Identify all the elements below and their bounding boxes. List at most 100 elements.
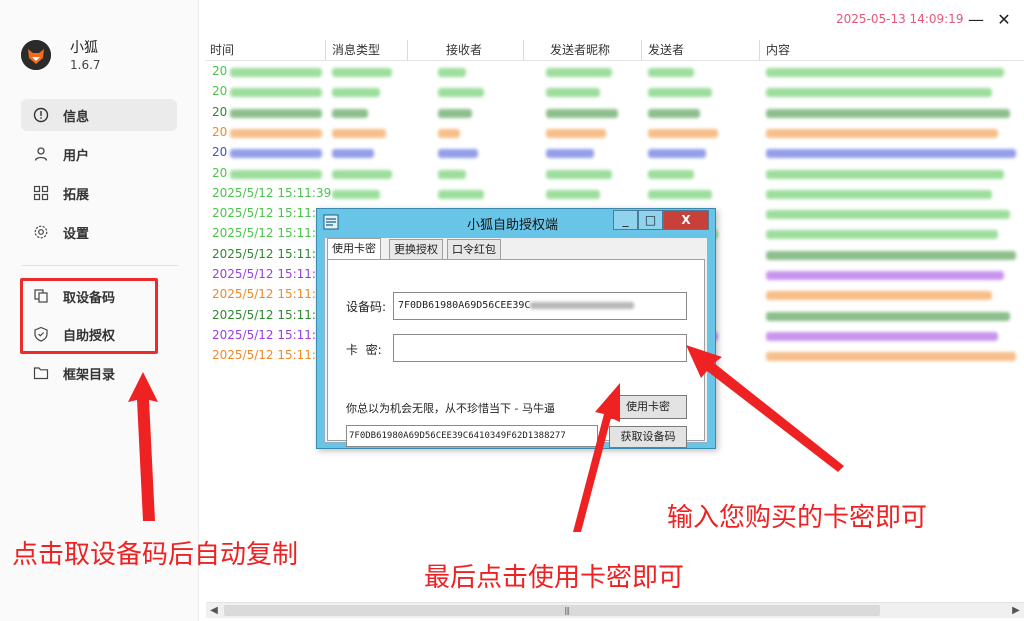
- sidebar-item-info[interactable]: 信息: [21, 99, 177, 131]
- table-row[interactable]: 20: [206, 164, 1024, 184]
- table-header: 时间 消息类型 接收者 发送者昵称 发送者 内容: [206, 40, 1024, 61]
- redacted-blur: [766, 190, 992, 199]
- row-time: 2025/5/12 15:11:39: [212, 247, 332, 261]
- column-header-content[interactable]: 内容: [760, 40, 1024, 60]
- redacted-blur: [766, 129, 998, 138]
- redacted-blur: [546, 190, 600, 199]
- dialog-close-button[interactable]: X: [663, 210, 709, 230]
- redacted-blur: [766, 230, 998, 239]
- table-row[interactable]: 20: [206, 103, 1024, 123]
- minimize-button[interactable]: —: [966, 10, 986, 30]
- card-key-label: 卡 密:: [346, 343, 382, 357]
- device-code-field[interactable]: 7F0DB61980A69D56CEE39C: [393, 292, 687, 320]
- app-name: 小狐: [70, 40, 98, 56]
- dialog-titlebar[interactable]: 小狐自助授权端 _ □ X: [317, 209, 715, 237]
- sidebar-item-label: 框架目录: [63, 367, 116, 383]
- datetime-display: 2025-05-13 14:09:19: [836, 12, 964, 26]
- row-time: 20: [212, 105, 228, 119]
- redacted-blur: [766, 109, 1010, 118]
- table-row[interactable]: 20: [206, 82, 1024, 102]
- sidebar-item-label: 拓展: [63, 187, 90, 203]
- redacted-blur: [766, 312, 1010, 321]
- column-header-time[interactable]: 时间: [206, 40, 326, 60]
- redacted-blur: [766, 210, 1010, 219]
- redacted-blur: [230, 170, 322, 179]
- redacted-blur: [332, 109, 368, 118]
- extensions-grid-icon: [33, 185, 49, 201]
- redacted-blur: [766, 352, 1016, 361]
- tab-red-packet[interactable]: 口令红包: [447, 239, 501, 259]
- row-time: 20: [212, 145, 228, 159]
- dialog-maximize-button[interactable]: □: [638, 210, 663, 230]
- column-header-sender[interactable]: 发送者: [642, 40, 760, 60]
- tab-use-card[interactable]: 使用卡密: [327, 238, 381, 260]
- redacted-blur: [766, 291, 992, 300]
- scroll-right-icon[interactable]: ▶: [1008, 603, 1024, 618]
- sidebar-item-extensions[interactable]: 拓展: [21, 177, 177, 209]
- redacted-blur: [332, 129, 386, 138]
- device-code-label: 设备码:: [346, 300, 387, 314]
- row-time: 2025/5/12 15:11:44: [212, 328, 332, 342]
- sidebar-item-users[interactable]: 用户: [21, 138, 177, 170]
- redacted-blur: [230, 68, 322, 77]
- annotation-use-hint: 最后点击使用卡密即可: [424, 563, 685, 593]
- row-time: 20: [212, 125, 228, 139]
- column-header-type[interactable]: 消息类型: [326, 40, 408, 60]
- redacted-blur: [438, 190, 484, 199]
- scrollbar-thumb[interactable]: |||: [224, 605, 880, 616]
- redacted-blur: [546, 170, 612, 179]
- table-row[interactable]: 2025/5/12 15:11:39: [206, 184, 1024, 204]
- close-button[interactable]: ✕: [994, 10, 1014, 30]
- table-row[interactable]: 20: [206, 123, 1024, 143]
- row-time: 2025/5/12 15:11:44: [212, 308, 332, 322]
- sidebar-item-settings[interactable]: 设置: [21, 216, 177, 248]
- redacted-blur: [648, 170, 694, 179]
- redacted-blur: [230, 88, 322, 97]
- redacted-blur: [230, 129, 322, 138]
- fox-logo-icon: [21, 40, 51, 70]
- redacted-blur: [438, 149, 478, 158]
- dialog-minimize-button[interactable]: _: [613, 210, 638, 230]
- redacted-blur: [766, 68, 1004, 77]
- sidebar: 小狐 1.6.7 信息 用户 拓展 设置 取设备码 自助授权 框架目录: [0, 0, 199, 621]
- row-time: 2025/5/12 15:11:39: [212, 226, 332, 240]
- table-row[interactable]: 20: [206, 62, 1024, 82]
- redacted-blur: [766, 149, 1016, 158]
- redacted-blur: [530, 301, 635, 309]
- redacted-blur: [648, 129, 718, 138]
- row-time: 20: [212, 166, 228, 180]
- table-row[interactable]: 20: [206, 143, 1024, 163]
- scroll-left-icon[interactable]: ◀: [206, 603, 222, 618]
- full-device-code-field[interactable]: 7F0DB61980A69D56CEE39C6410349F62D1388277: [346, 425, 598, 447]
- redacted-blur: [648, 190, 712, 199]
- sidebar-item-label: 信息: [63, 109, 90, 125]
- column-header-receiver[interactable]: 接收者: [408, 40, 524, 60]
- info-circle-icon: [33, 107, 49, 123]
- redacted-blur: [766, 332, 998, 341]
- redacted-blur: [648, 88, 712, 97]
- horizontal-scrollbar[interactable]: ◀ ||| ▶: [206, 602, 1024, 618]
- annotation-input-hint: 输入您购买的卡密即可: [667, 503, 928, 533]
- redacted-blur: [438, 129, 460, 138]
- tab-change-auth[interactable]: 更换授权: [389, 239, 443, 259]
- column-header-sender-nick[interactable]: 发送者昵称: [524, 40, 642, 60]
- redacted-blur: [438, 170, 466, 179]
- redacted-blur: [648, 68, 694, 77]
- authorization-dialog: 小狐自助授权端 _ □ X 使用卡密 更换授权 口令红包 设备码: 7F0DB6…: [316, 208, 716, 449]
- get-device-code-button[interactable]: 获取设备码: [609, 426, 687, 448]
- user-icon: [33, 146, 49, 162]
- highlight-box: [20, 278, 158, 354]
- redacted-blur: [766, 88, 992, 97]
- dialog-app-icon: [323, 214, 339, 230]
- quote-text: 你总以为机会无限，从不珍惜当下 - 马牛逼: [346, 402, 555, 415]
- row-time: 2025/5/12 15:11:41: [212, 267, 332, 281]
- row-time: 20: [212, 64, 228, 78]
- annotation-copy-hint: 点击取设备码后自动复制: [12, 540, 299, 570]
- row-time: 2025/5/12 15:11:39: [212, 206, 332, 220]
- redacted-blur: [766, 271, 1004, 280]
- tab-panel-use-card: 设备码: 7F0DB61980A69D56CEE39C 卡 密: 你总以为机会无…: [327, 259, 705, 448]
- use-card-button[interactable]: 使用卡密: [609, 395, 687, 419]
- card-key-input[interactable]: [393, 334, 687, 362]
- dialog-title: 小狐自助授权端: [467, 218, 559, 233]
- sidebar-item-framework-dir[interactable]: 框架目录: [21, 357, 177, 389]
